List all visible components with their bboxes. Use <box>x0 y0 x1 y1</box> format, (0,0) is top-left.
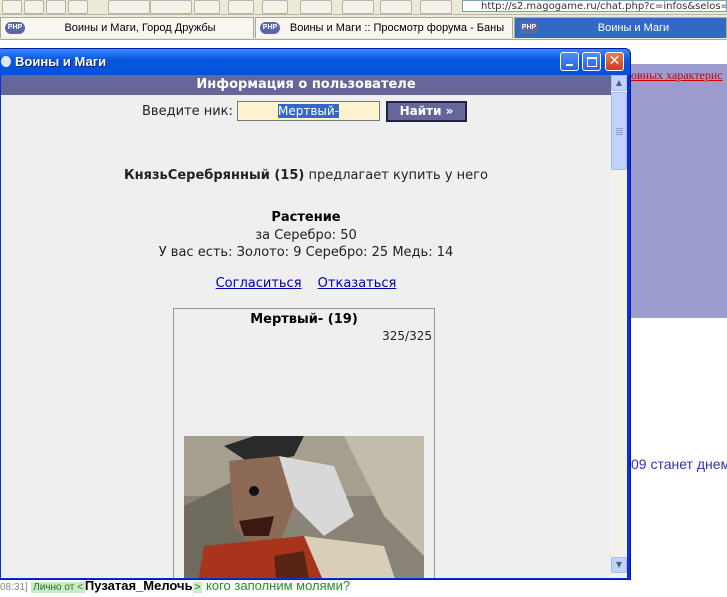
character-portrait <box>184 436 424 578</box>
background-text: 09 станет днем <box>631 456 727 472</box>
vertical-scrollbar[interactable]: ▲ ▼ <box>611 75 627 578</box>
window-app-icon <box>1 56 11 67</box>
chat-private-tag: Лично от < <box>31 582 85 593</box>
close-button[interactable]: ✕ <box>605 52 624 71</box>
maximize-icon <box>587 57 597 67</box>
toolbar-button[interactable] <box>68 0 88 14</box>
popup-content: Информация о пользователе ▲ ▼ Введите ни… <box>1 75 627 578</box>
seller-name: КнязьСеребрянный (15) <box>124 168 305 183</box>
scroll-thumb[interactable] <box>611 92 627 170</box>
tab-forum-bans[interactable]: PHP Воины и Маги :: Просмотр форума - Ба… <box>255 17 513 38</box>
tab-city-of-friendship[interactable]: PHP Воины и Маги, Город Дружбы <box>0 17 254 38</box>
window-titlebar[interactable]: Воины и Маги ✕ <box>0 49 630 75</box>
browser-toolbar: http://s2.magogame.ru/chat.php?c=infos&s… <box>0 0 727 15</box>
toolbar-button[interactable] <box>300 0 332 14</box>
forward-button[interactable] <box>150 0 192 14</box>
search-row: Введите ник: Мертвый- Найти » <box>1 101 611 123</box>
minimize-button[interactable] <box>560 52 579 71</box>
character-name[interactable]: Мертвый- (19) <box>174 312 434 327</box>
tab-label: Воины и Маги <box>597 22 670 34</box>
php-icon: PHP <box>260 22 280 34</box>
toolbar-button[interactable] <box>24 0 44 14</box>
tab-warriors-and-mages[interactable]: PHP Воины и Маги <box>514 17 727 38</box>
offer-line: КнязьСеребрянный (15) предлагает купить … <box>1 168 611 183</box>
page-title: Информация о пользователе <box>1 75 611 95</box>
scroll-down-button[interactable]: ▼ <box>611 557 627 573</box>
chat-message: кого заполним молями? <box>202 578 351 593</box>
tab-label: Воины и Маги, Город Дружбы <box>64 22 216 34</box>
toolbar-button[interactable] <box>2 0 22 14</box>
character-hp: 325/325 <box>382 329 432 343</box>
scroll-up-button[interactable]: ▲ <box>611 75 627 91</box>
nick-input-value: Мертвый- <box>277 104 340 118</box>
tab-label: Воины и Маги :: Просмотр форума - Баны <box>289 22 505 34</box>
stop-button[interactable] <box>194 0 220 14</box>
home-button[interactable] <box>262 0 288 14</box>
offer-actions: Согласиться Отказаться <box>1 276 611 291</box>
search-label: Введите ник: <box>142 104 233 119</box>
decline-link[interactable]: Отказаться <box>318 276 397 291</box>
minimize-icon <box>566 64 573 66</box>
background-link[interactable]: овных характерис <box>631 68 723 83</box>
item-price: за Серебро: 50 <box>255 228 357 243</box>
toolbar-button[interactable] <box>380 0 412 14</box>
back-button[interactable] <box>108 0 150 14</box>
toolbar-button[interactable] <box>46 0 66 14</box>
offer-text: предлагает купить у него <box>304 168 488 183</box>
find-button[interactable]: Найти » <box>386 101 467 122</box>
wallet-balance: У вас есть: Золото: 9 Серебро: 25 Медь: … <box>158 245 454 260</box>
nick-input[interactable]: Мертвый- <box>237 101 380 121</box>
php-icon: PHP <box>5 22 25 34</box>
accept-link[interactable]: Согласиться <box>216 276 302 291</box>
toolbar-button[interactable] <box>420 0 452 14</box>
maximize-button[interactable] <box>582 52 601 71</box>
close-icon: ✕ <box>608 53 621 69</box>
toolbar-button[interactable] <box>342 0 374 14</box>
tab-bar: PHP Воины и Маги, Город Дружбы PHP Воины… <box>0 15 727 40</box>
chat-nick[interactable]: Пузатая_Мелочь <box>85 578 193 593</box>
address-bar[interactable]: http://s2.magogame.ru/chat.php?c=infos&s… <box>462 0 727 12</box>
refresh-button[interactable] <box>228 0 254 14</box>
item-name: Растение <box>271 210 341 225</box>
background-panel <box>627 64 727 318</box>
php-icon: PHP <box>519 22 539 34</box>
character-card: Мертвый- (19) 325/325 <box>173 308 435 578</box>
popup-window: Воины и Маги ✕ Информация о пользователе… <box>0 48 631 580</box>
chat-time: 08:31] <box>0 582 28 593</box>
chat-private-close: > <box>192 582 203 593</box>
window-title: Воины и Маги <box>15 54 107 69</box>
